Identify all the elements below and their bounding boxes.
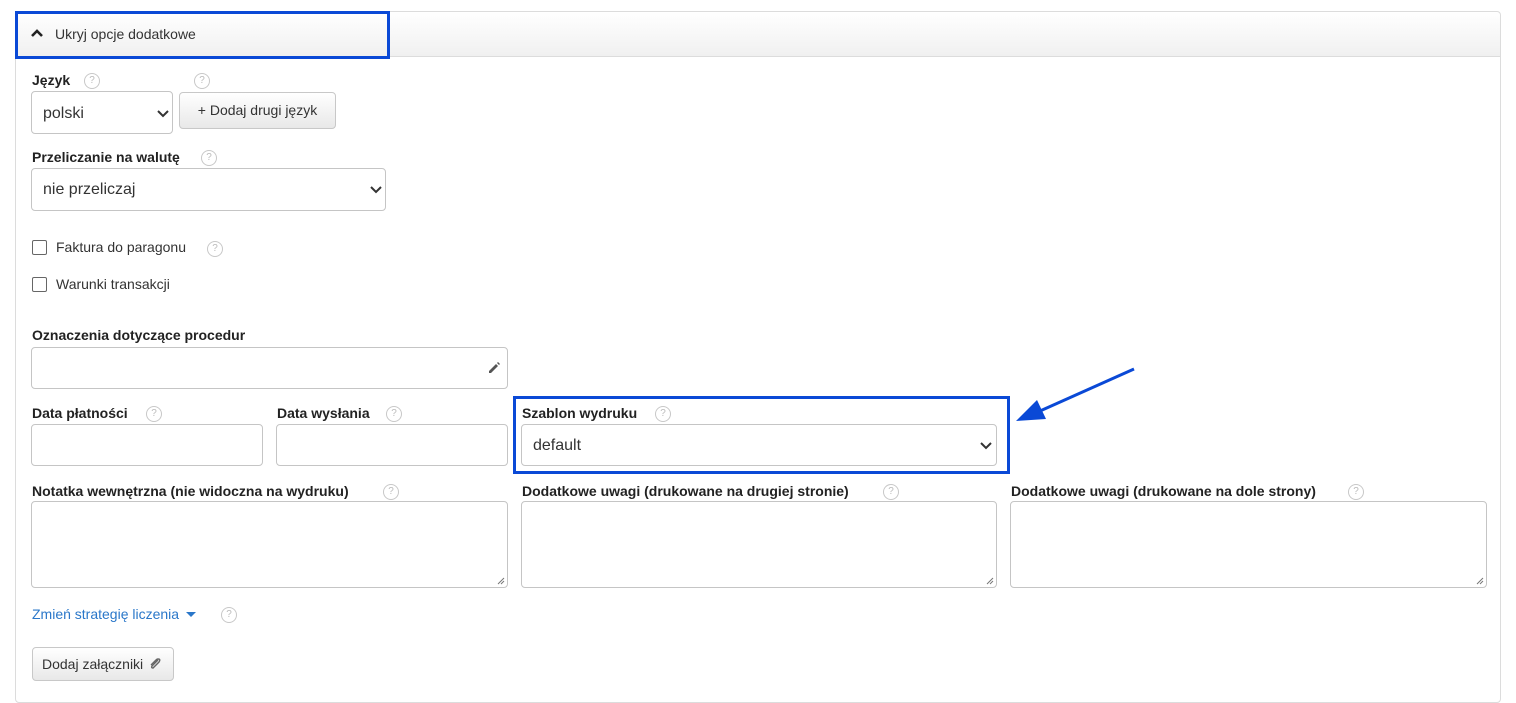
add-attachments-button[interactable]: Dodaj załączniki [32,647,174,681]
pencil-icon[interactable] [487,361,501,375]
currency-label: Przeliczanie na walutę [32,149,180,165]
shipping-date-label: Data wysłania [277,405,370,421]
add-attachments-label: Dodaj załączniki [42,656,144,672]
resize-handle-icon[interactable] [497,577,505,585]
page-bottom-notes-help-icon[interactable]: ? [1348,484,1364,500]
chevron-down-icon [370,186,382,194]
payment-date-label: Data płatności [32,405,128,421]
procedures-label: Oznaczenia dotyczące procedur [32,327,246,343]
paperclip-icon [150,658,161,669]
second-language-help-icon[interactable]: ? [194,73,210,89]
language-select-value: polski [43,105,84,122]
shipping-date-help-icon[interactable]: ? [386,406,402,422]
strategy-help-icon[interactable]: ? [221,607,237,623]
currency-help-icon[interactable]: ? [201,150,217,166]
shipping-date-input[interactable] [276,424,508,466]
receipt-invoice-help-icon[interactable]: ? [207,241,223,257]
payment-date-help-icon[interactable]: ? [146,406,162,422]
receipt-invoice-checkbox[interactable] [32,240,47,255]
internal-note-textarea[interactable] [31,501,508,588]
procedures-input[interactable] [31,347,508,389]
second-page-notes-help-icon[interactable]: ? [883,484,899,500]
highlight-box-print-template [513,396,1010,474]
resize-handle-icon[interactable] [986,577,994,585]
internal-note-help-icon[interactable]: ? [383,484,399,500]
caret-down-icon [185,612,196,618]
terms-label[interactable]: Warunki transakcji [56,276,170,292]
change-strategy-label[interactable]: Zmień strategię liczenia [32,606,179,622]
resize-handle-icon[interactable] [1476,577,1484,585]
second-page-notes-textarea[interactable] [521,501,997,588]
language-select[interactable]: polski [31,91,173,134]
page-bottom-notes-textarea[interactable] [1010,501,1487,588]
currency-select[interactable]: nie przeliczaj [31,168,386,211]
second-page-notes-label: Dodatkowe uwagi (drukowane na drugiej st… [522,483,849,499]
language-help-icon[interactable]: ? [84,73,100,89]
arrow-annotation-icon [1016,367,1135,421]
add-second-language-button[interactable]: + Dodaj drugi język [179,92,336,129]
change-strategy-link[interactable]: Zmień strategię liczenia [32,606,196,622]
language-label: Język [32,72,71,88]
receipt-invoice-label[interactable]: Faktura do paragonu [56,239,186,255]
terms-checkbox[interactable] [32,277,47,292]
highlight-box-header [15,11,390,59]
internal-note-label: Notatka wewnętrzna (nie widoczna na wydr… [32,483,349,499]
chevron-down-icon [157,110,169,118]
page-bottom-notes-label: Dodatkowe uwagi (drukowane na dole stron… [1011,483,1316,499]
payment-date-input[interactable] [31,424,263,466]
currency-select-value: nie przeliczaj [43,181,136,198]
